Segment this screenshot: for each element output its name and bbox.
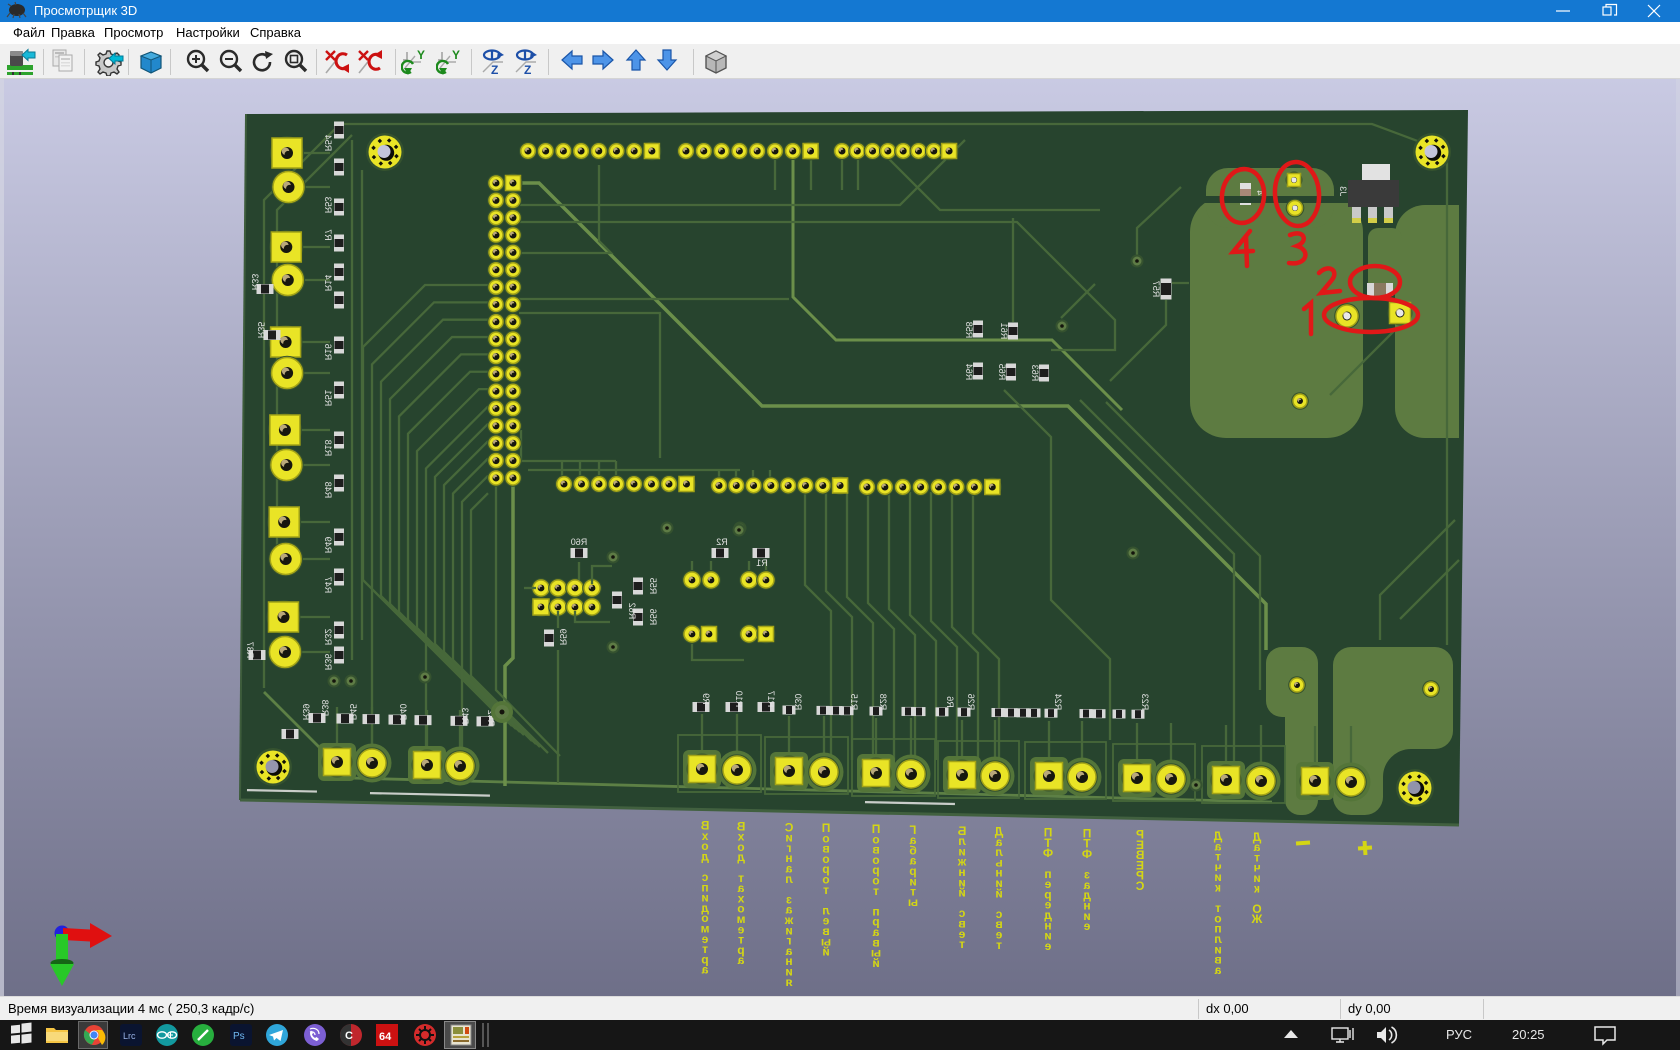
svg-text:R45: R45 <box>348 704 358 721</box>
svg-text:а: а <box>1214 963 1221 977</box>
svg-text:R64: R64 <box>964 364 974 381</box>
svg-text:т: т <box>873 884 879 898</box>
svg-text:д: д <box>701 849 709 863</box>
svg-text:R40: R40 <box>398 704 408 721</box>
svg-text:R6: R6 <box>945 696 955 708</box>
svg-text:R28: R28 <box>878 694 888 711</box>
svg-text:64: 64 <box>379 1031 392 1043</box>
svg-text:R48: R48 <box>323 482 333 499</box>
svg-text:R38: R38 <box>320 700 330 717</box>
svg-text:R1: R1 <box>756 558 768 568</box>
svg-text:R16: R16 <box>323 344 333 361</box>
svg-text:R17: R17 <box>766 691 776 708</box>
svg-text:R43: R43 <box>460 708 470 725</box>
svg-text:Z: Z <box>491 63 498 76</box>
svg-text:R14: R14 <box>323 275 333 292</box>
svg-text:я: я <box>785 975 792 989</box>
svg-text:R55: R55 <box>648 578 658 595</box>
svg-text:C: C <box>345 1030 353 1042</box>
svg-text:R51: R51 <box>323 390 333 407</box>
svg-text:R39: R39 <box>301 704 311 721</box>
svg-text:R56: R56 <box>648 609 658 626</box>
svg-text:т: т <box>959 937 965 951</box>
svg-text:R2: R2 <box>716 537 728 547</box>
svg-text:й: й <box>958 886 965 900</box>
svg-text:R24: R24 <box>1053 694 1063 711</box>
svg-text:R57: R57 <box>1151 281 1161 298</box>
svg-text:Ps: Ps <box>233 1031 245 1042</box>
svg-text:Z: Z <box>524 63 531 76</box>
svg-text:R35: R35 <box>256 322 266 339</box>
svg-text:R59: R59 <box>558 629 568 646</box>
svg-text:R9: R9 <box>701 693 711 705</box>
svg-text:Просмотрщик 3D: Просмотрщик 3D <box>34 3 137 18</box>
svg-text:R49: R49 <box>323 537 333 554</box>
svg-text:л: л <box>785 872 793 886</box>
svg-text:R30: R30 <box>793 694 803 711</box>
svg-text:й: й <box>995 886 1002 900</box>
svg-text:а: а <box>737 953 744 967</box>
svg-text:R63: R63 <box>1030 365 1040 382</box>
svg-text:R23: R23 <box>1140 694 1150 711</box>
svg-text:й: й <box>822 945 829 959</box>
svg-text:R47: R47 <box>323 577 333 594</box>
svg-text:к: к <box>1214 881 1221 895</box>
svg-text:R10: R10 <box>734 691 744 708</box>
svg-text:й: й <box>872 956 879 970</box>
svg-text:R7: R7 <box>323 229 333 241</box>
svg-text:т: т <box>823 883 829 897</box>
svg-text:R32: R32 <box>323 629 333 646</box>
svg-text:R65: R65 <box>997 364 1007 381</box>
svg-text:д: д <box>737 850 745 864</box>
svg-text:Lrc: Lrc <box>123 1031 136 1041</box>
svg-text:R36: R36 <box>323 654 333 671</box>
svg-text:т: т <box>996 938 1002 952</box>
svg-text:Ж: Ж <box>1251 912 1263 926</box>
svg-text:R37: R37 <box>245 642 255 659</box>
svg-text:R54: R54 <box>323 135 333 152</box>
svg-text:С: С <box>1135 879 1144 893</box>
svg-text:R53: R53 <box>323 197 333 214</box>
svg-text:R60: R60 <box>571 537 588 547</box>
svg-text:R33: R33 <box>250 274 260 291</box>
svg-text:R62: R62 <box>627 603 637 620</box>
svg-text:Ф: Ф <box>1043 846 1053 860</box>
svg-text:Y: Y <box>417 48 425 62</box>
svg-text:е: е <box>1083 919 1090 933</box>
svg-text:е: е <box>1044 939 1051 953</box>
svg-text:R18: R18 <box>323 440 333 457</box>
svg-text:к: к <box>1253 881 1260 895</box>
svg-text:R58: R58 <box>964 322 974 339</box>
svg-text:Y: Y <box>452 48 460 62</box>
svg-text:R15: R15 <box>849 694 859 711</box>
svg-text:ы: ы <box>908 895 918 909</box>
svg-text:а: а <box>701 963 708 977</box>
svg-text:Ф: Ф <box>1082 847 1092 861</box>
svg-text:R61: R61 <box>999 323 1009 340</box>
svg-text:R26: R26 <box>966 694 976 711</box>
